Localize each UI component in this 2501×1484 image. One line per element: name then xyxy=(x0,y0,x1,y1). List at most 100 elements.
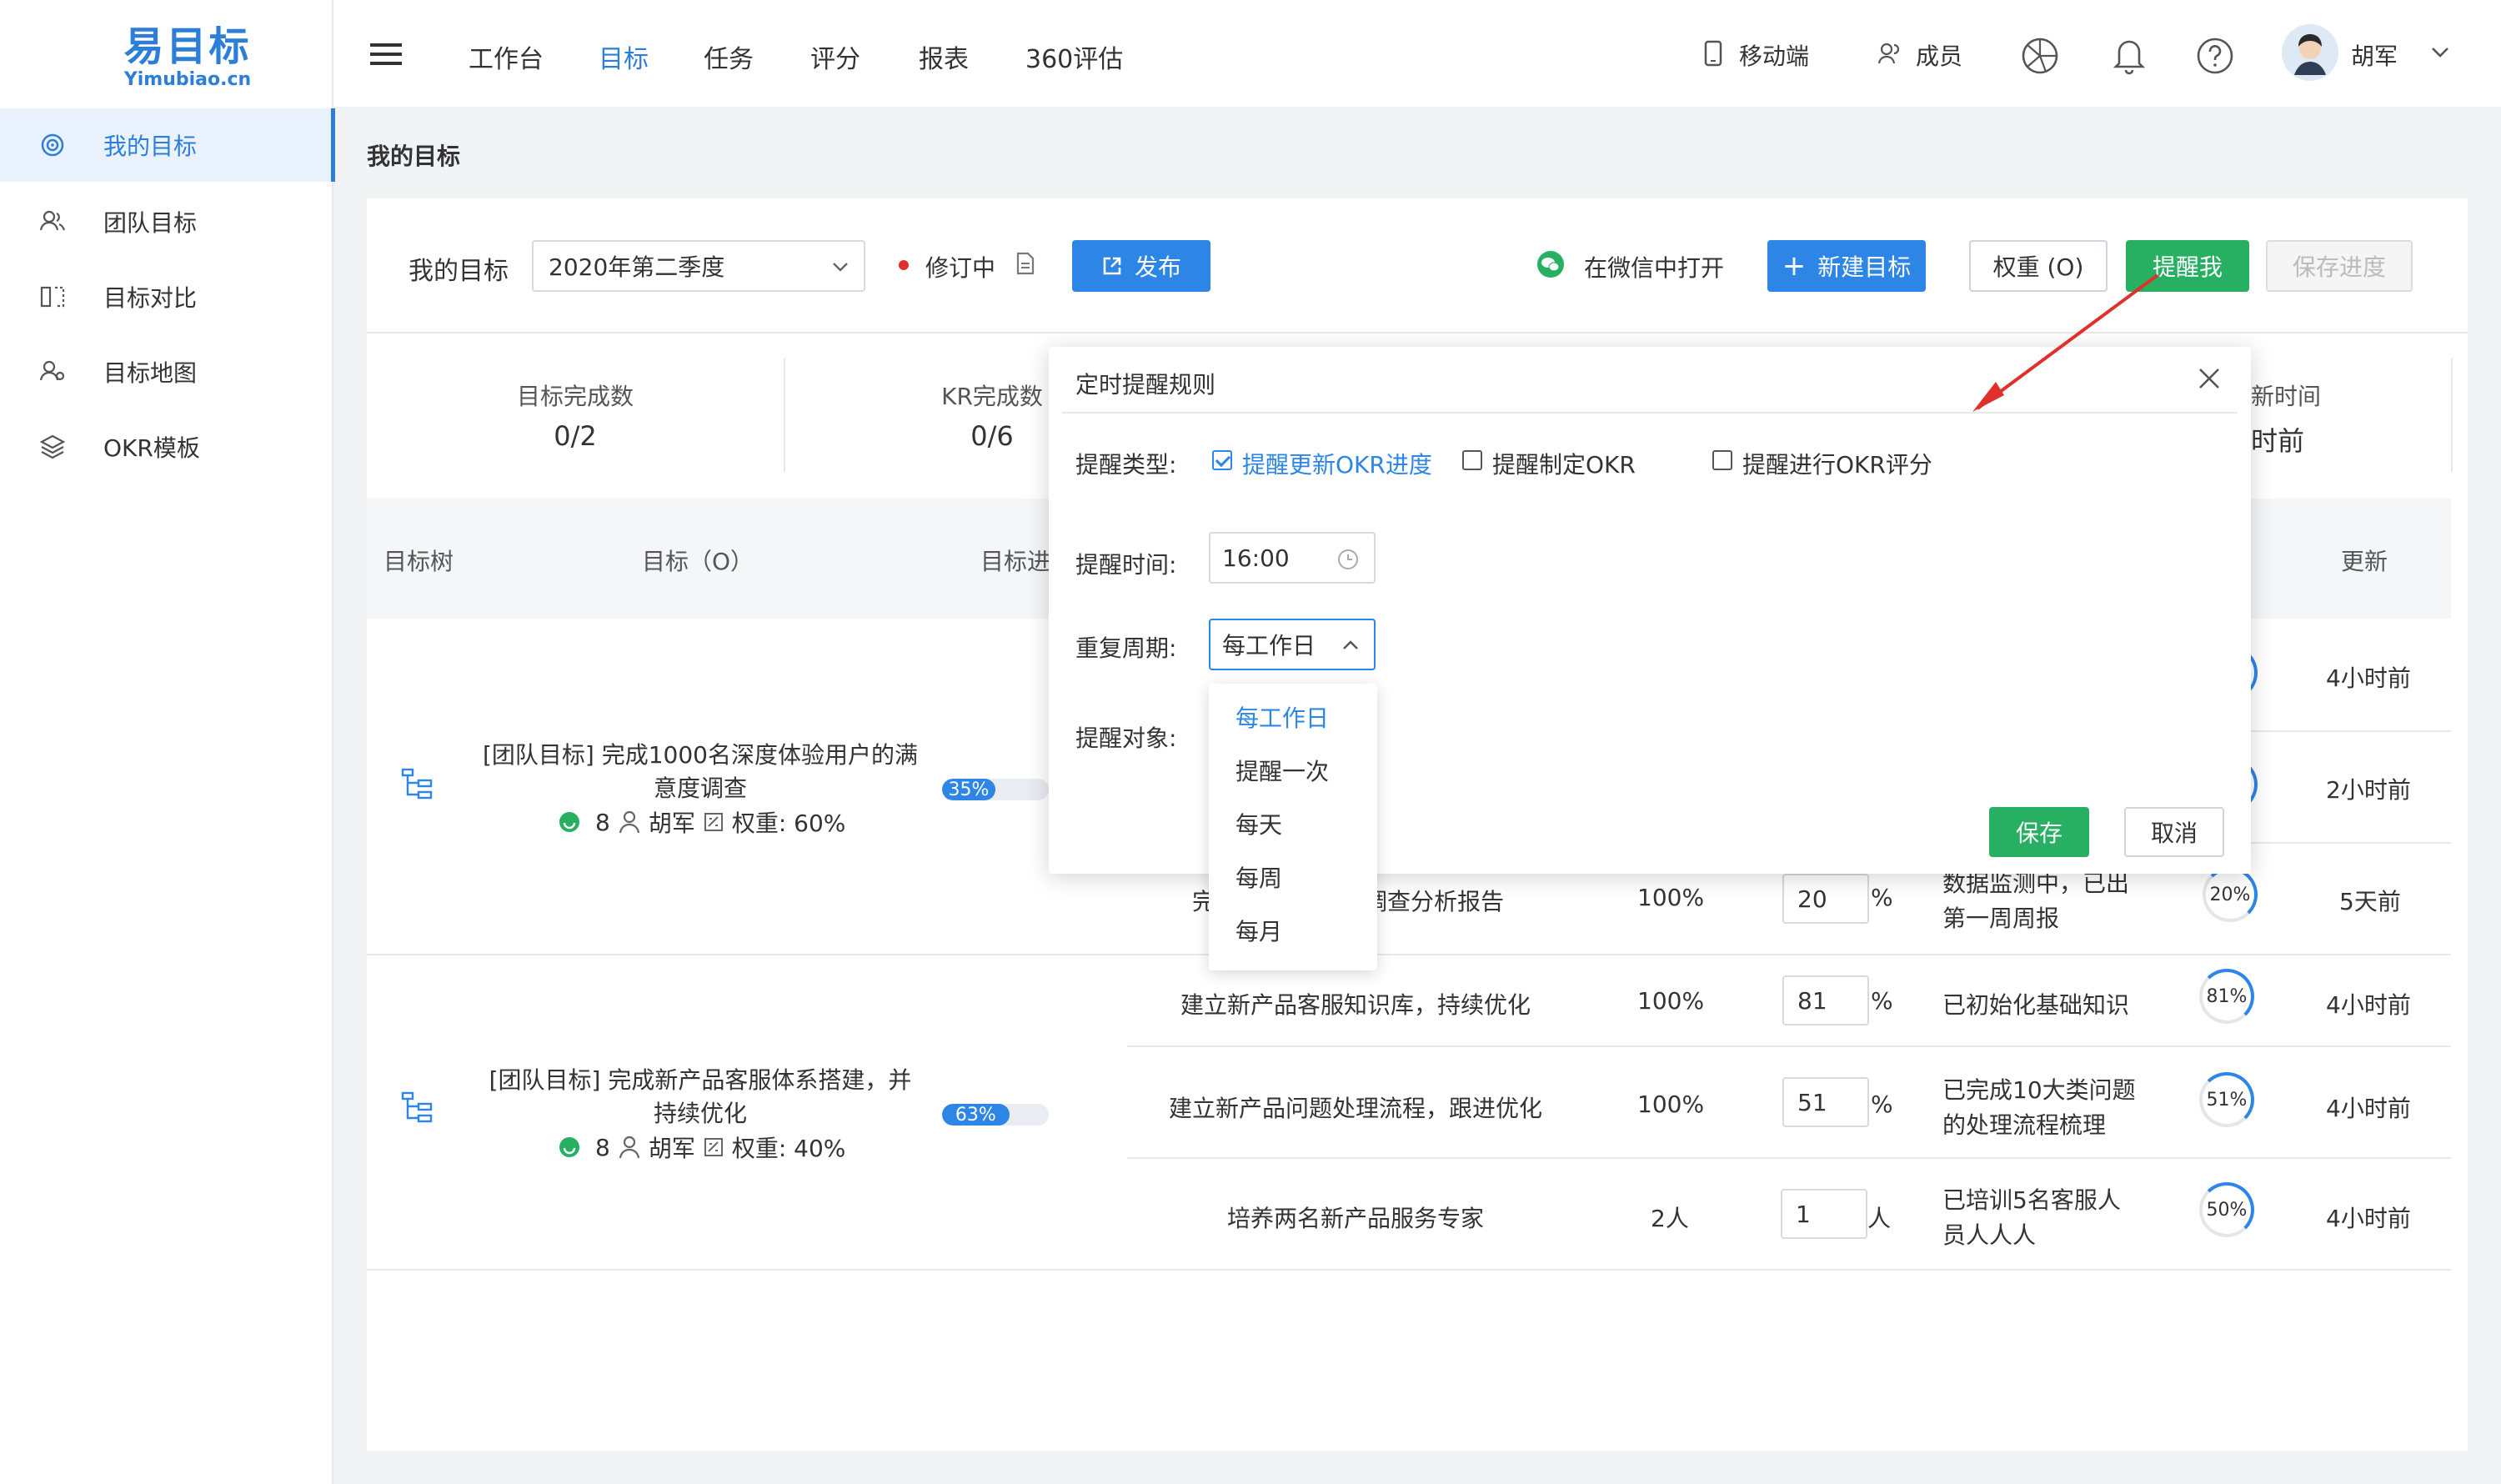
plus-icon: + xyxy=(1782,249,1807,283)
kr-unit: % xyxy=(1871,1090,1893,1118)
save-label: 保存 xyxy=(2015,820,2062,847)
chevron-down-icon[interactable] xyxy=(2431,47,2449,58)
help-icon[interactable] xyxy=(2196,37,2234,75)
nav-360[interactable]: 360评估 xyxy=(1025,38,1123,75)
annotation-arrow-icon xyxy=(1972,273,2159,412)
ring-label: 50% xyxy=(2206,1199,2248,1221)
th-tree: 目标树 xyxy=(383,548,454,575)
wechat-link[interactable]: 在微信中打开 xyxy=(1584,250,1724,283)
stat-goals-value: 0/2 xyxy=(554,420,597,452)
checkbox-label[interactable]: 提醒进行OKR评分 xyxy=(1742,447,1932,480)
objective-title-line: 持续优化 xyxy=(653,1100,747,1127)
repeat-option[interactable]: 每周 xyxy=(1235,860,1282,894)
sidebar-item-my-goals[interactable]: 我的目标 xyxy=(0,108,335,182)
avatar[interactable] xyxy=(2281,23,2339,82)
publish-button[interactable]: 发布 xyxy=(1072,240,1210,292)
user-name[interactable]: 胡军 xyxy=(2351,38,2398,72)
nav-workbench[interactable]: 工作台 xyxy=(469,38,544,75)
new-goal-label: 新建目标 xyxy=(1817,253,1912,281)
compare-icon xyxy=(40,286,65,308)
wechat-icon xyxy=(1537,251,1564,278)
weight-icon xyxy=(704,813,723,831)
checkbox-label[interactable]: 提醒制定OKR xyxy=(1492,447,1636,480)
kr-note: 已培训5名客服人 xyxy=(1942,1186,2121,1214)
save-progress-label: 保存进度 xyxy=(2292,253,2386,281)
objective-meta: 8 胡军 权重: 40% xyxy=(559,1131,845,1164)
repeat-dropdown: 每工作日 提醒一次 每天 每周 每月 xyxy=(1209,684,1377,970)
objective-meta: 8 胡军 权重: 60% xyxy=(559,805,845,839)
tree-icon[interactable] xyxy=(400,767,434,800)
sidebar-item-label: 团队目标 xyxy=(103,209,198,237)
objective-title[interactable]: [团队目标] 完成新产品客服体系搭建，并 持续优化 xyxy=(467,1064,934,1131)
aperture-icon[interactable] xyxy=(2021,37,2059,75)
kr-value: 1 xyxy=(1796,1200,1811,1228)
repeat-label: 重复周期: xyxy=(1075,634,1177,662)
repeat-option[interactable]: 每天 xyxy=(1235,807,1282,840)
repeat-option[interactable]: 每工作日 xyxy=(1235,700,1329,734)
page-title: 我的目标 xyxy=(367,143,461,170)
nav-score[interactable]: 评分 xyxy=(810,38,860,75)
members-link[interactable]: 成员 xyxy=(1916,38,1962,72)
sidebar-item-team-goals[interactable]: 团队目标 xyxy=(0,185,333,258)
sidebar-item-map[interactable]: 目标地图 xyxy=(0,335,333,409)
sidebar-item-label: 目标对比 xyxy=(103,284,198,312)
kr-value-input[interactable]: 51 xyxy=(1782,1077,1869,1127)
kr-target: 100% xyxy=(1637,987,1705,1015)
objective-weight: 权重: 60% xyxy=(731,810,846,837)
kr-value: 51 xyxy=(1797,1088,1827,1116)
repeat-option[interactable]: 提醒一次 xyxy=(1235,754,1329,787)
publish-label: 发布 xyxy=(1134,253,1181,281)
objective-progress-bar: 63% xyxy=(942,1104,1049,1126)
period-select[interactable]: 2020年第二季度 xyxy=(532,240,865,292)
kr-value: 20 xyxy=(1797,885,1827,913)
kr-value-input[interactable]: 81 xyxy=(1782,975,1869,1025)
objective-title-line: [团队目标] 完成新产品客服体系搭建，并 xyxy=(489,1066,912,1094)
menu-icon[interactable] xyxy=(370,42,402,67)
kr-updated: 4小时前 xyxy=(2326,1205,2411,1232)
objective-count: 8 xyxy=(595,808,610,836)
nav-goals[interactable]: 目标 xyxy=(599,38,649,75)
kr-progress-ring: 51% xyxy=(2199,1072,2254,1127)
checkbox-make-okr[interactable] xyxy=(1462,450,1482,470)
nav-tasks[interactable]: 任务 xyxy=(704,38,754,75)
sidebar-item-label: 我的目标 xyxy=(103,133,198,160)
bell-icon[interactable] xyxy=(2113,35,2146,75)
mobile-link[interactable]: 移动端 xyxy=(1739,38,1809,72)
sidebar-item-label: 目标地图 xyxy=(103,359,198,387)
objective-owner: 胡军 xyxy=(648,1135,695,1162)
kr-name: 调查分析报告 xyxy=(1364,888,1505,915)
ring-label: 20% xyxy=(2209,884,2251,905)
close-icon[interactable] xyxy=(2198,367,2221,390)
kr-value-input[interactable]: 20 xyxy=(1782,874,1869,924)
objective-title[interactable]: [团队目标] 完成1000名深度体验用户的满 意度调查 xyxy=(467,739,934,805)
stat-goals-label: 目标完成数 xyxy=(516,383,634,410)
checkbox-label[interactable]: 提醒更新OKR进度 xyxy=(1242,447,1432,480)
user-icon xyxy=(619,1136,639,1159)
kr-divider xyxy=(1127,1045,2451,1047)
status-dot xyxy=(899,260,909,270)
repeat-select[interactable]: 每工作日 xyxy=(1209,619,1376,670)
kr-updated: 2小时前 xyxy=(2326,776,2411,804)
time-value: 16:00 xyxy=(1222,544,1290,572)
nav-reports[interactable]: 报表 xyxy=(919,38,969,75)
time-picker[interactable]: 16:00 xyxy=(1209,532,1376,584)
save-progress-button[interactable]: 保存进度 xyxy=(2266,240,2413,292)
sidebar-item-okr-template[interactable]: OKR模板 xyxy=(0,410,333,484)
sidebar-item-compare[interactable]: 目标对比 xyxy=(0,260,333,333)
checkbox-score-okr[interactable] xyxy=(1712,450,1732,470)
row-divider xyxy=(367,954,2451,955)
checkbox-update-okr[interactable] xyxy=(1212,450,1232,470)
new-goal-button[interactable]: + 新建目标 xyxy=(1767,240,1926,292)
smile-icon xyxy=(559,812,579,832)
tree-icon[interactable] xyxy=(400,1090,434,1124)
objective-title-line: [团队目标] 完成1000名深度体验用户的满 xyxy=(482,741,918,769)
dialog-cancel-button[interactable]: 取消 xyxy=(2124,807,2224,857)
repeat-option[interactable]: 每月 xyxy=(1235,914,1282,947)
logo[interactable]: 易目标 Yimubiao.cn xyxy=(100,23,275,90)
document-icon[interactable] xyxy=(1015,252,1035,275)
logo-en: Yimubiao.cn xyxy=(123,69,252,90)
kr-note: 已初始化基础知识 xyxy=(1942,991,2130,1019)
type-label: 提醒类型: xyxy=(1075,451,1177,479)
kr-value-input[interactable]: 1 xyxy=(1781,1189,1867,1239)
dialog-save-button[interactable]: 保存 xyxy=(1989,807,2089,857)
